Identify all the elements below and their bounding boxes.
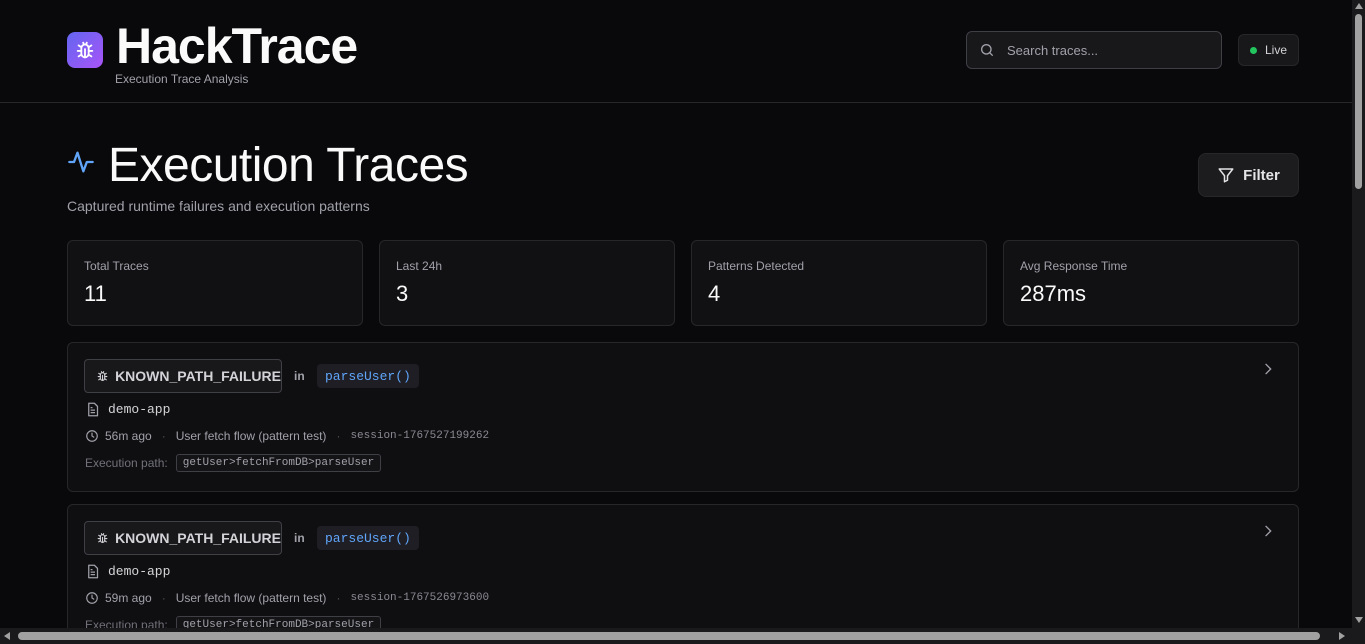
stat-total-traces: Total Traces 11 xyxy=(67,240,363,326)
stat-value: 4 xyxy=(708,281,721,306)
bug-icon xyxy=(97,533,108,543)
separator-dot: · xyxy=(336,591,341,605)
trace-type-label: KNOWN_PATH_FAILURE xyxy=(115,530,281,546)
top-bar: HackTrace Execution Trace Analysis Live xyxy=(0,0,1352,103)
live-status-badge: Live xyxy=(1238,34,1299,66)
chevron-right-icon[interactable] xyxy=(1260,523,1276,539)
stat-value: 3 xyxy=(396,281,409,306)
stat-label: Last 24h xyxy=(396,259,443,273)
search-input[interactable] xyxy=(1007,42,1207,58)
stat-avg-response-time: Avg Response Time 287ms xyxy=(1003,240,1299,326)
scroll-right-arrow-icon[interactable] xyxy=(1339,632,1345,640)
trace-type-badge: KNOWN_PATH_FAILURE xyxy=(84,521,282,555)
clock-icon xyxy=(86,430,98,442)
session-id: session-1767527199262 xyxy=(350,430,490,442)
search-box[interactable] xyxy=(966,31,1222,69)
in-label: in xyxy=(294,531,305,545)
live-dot-icon xyxy=(1250,46,1257,54)
trace-type-label: KNOWN_PATH_FAILURE xyxy=(115,368,281,384)
app-row: demo-app xyxy=(85,402,170,417)
scroll-down-arrow-icon[interactable] xyxy=(1355,617,1363,623)
bug-icon xyxy=(97,371,108,381)
trace-flow: User fetch flow (pattern test) xyxy=(175,591,327,605)
page-subtitle: Captured runtime failures and execution … xyxy=(67,198,370,214)
live-label: Live xyxy=(1265,43,1288,57)
execution-path-row: Execution path: getUser>fetchFromDB>pars… xyxy=(85,454,382,472)
horizontal-scroll-thumb[interactable] xyxy=(18,632,1320,640)
filter-label: Filter xyxy=(1243,166,1280,184)
chevron-right-icon[interactable] xyxy=(1260,361,1276,377)
trace-time: 59m ago xyxy=(105,591,152,605)
trace-card[interactable]: KNOWN_PATH_FAILURE in parseUser() demo-a… xyxy=(67,504,1299,628)
app-name: demo-app xyxy=(108,564,171,579)
execution-path-label: Execution path: xyxy=(85,456,168,470)
stat-label: Total Traces xyxy=(84,259,149,273)
stat-patterns-detected: Patterns Detected 4 xyxy=(691,240,987,326)
execution-path: getUser>fetchFromDB>parseUser xyxy=(175,454,382,472)
vertical-scroll-thumb[interactable] xyxy=(1355,14,1362,189)
app-name: demo-app xyxy=(108,402,171,417)
app-row: demo-app xyxy=(85,564,170,579)
stat-label: Patterns Detected xyxy=(708,259,805,273)
brand-subtitle: Execution Trace Analysis xyxy=(115,72,249,86)
trace-meta: 56m ago · User fetch flow (pattern test)… xyxy=(85,429,489,443)
separator-dot: · xyxy=(161,591,166,605)
stat-label: Avg Response Time xyxy=(1020,259,1128,273)
horizontal-scrollbar[interactable] xyxy=(0,628,1365,644)
session-id: session-1767526973600 xyxy=(350,592,490,604)
function-name: parseUser() xyxy=(317,526,419,550)
separator-dot: · xyxy=(161,429,166,443)
page-title: Execution Traces xyxy=(108,139,469,192)
filter-icon xyxy=(1218,168,1234,183)
file-icon xyxy=(88,402,99,417)
execution-path-label: Execution path: xyxy=(85,618,168,628)
execution-path-row: Execution path: getUser>fetchFromDB>pars… xyxy=(85,616,382,628)
scroll-up-arrow-icon[interactable] xyxy=(1355,3,1363,9)
trace-meta: 59m ago · User fetch flow (pattern test)… xyxy=(85,591,489,605)
trace-flow: User fetch flow (pattern test) xyxy=(175,429,327,443)
stat-last-24h: Last 24h 3 xyxy=(379,240,675,326)
in-label: in xyxy=(294,369,305,383)
trace-card[interactable]: KNOWN_PATH_FAILURE in parseUser() demo-a… xyxy=(67,342,1299,492)
brand-title: HackTrace xyxy=(116,18,358,74)
scroll-left-arrow-icon[interactable] xyxy=(4,632,10,640)
trace-time: 56m ago xyxy=(105,429,152,443)
clock-icon xyxy=(86,592,98,604)
vertical-scrollbar[interactable] xyxy=(1352,0,1365,628)
stat-value: 287ms xyxy=(1020,281,1087,306)
activity-icon xyxy=(68,151,94,173)
file-icon xyxy=(88,564,99,579)
filter-button[interactable]: Filter xyxy=(1198,153,1299,197)
trace-type-badge: KNOWN_PATH_FAILURE xyxy=(84,359,282,393)
separator-dot: · xyxy=(336,429,341,443)
function-name: parseUser() xyxy=(317,364,419,388)
bug-logo-icon xyxy=(67,32,103,68)
search-icon xyxy=(981,44,993,56)
app-viewport: HackTrace Execution Trace Analysis Live … xyxy=(0,0,1352,628)
stat-value: 11 xyxy=(84,281,107,306)
execution-path: getUser>fetchFromDB>parseUser xyxy=(175,616,382,628)
